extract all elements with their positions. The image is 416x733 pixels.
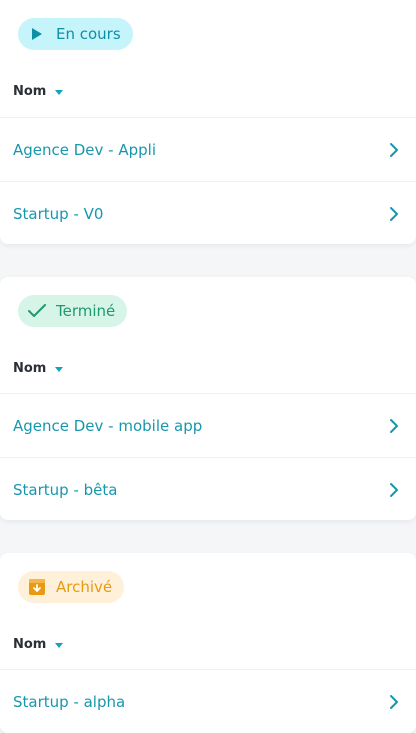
project-row[interactable]: Startup - V0 (0, 181, 416, 245)
project-row[interactable]: Startup - alpha (0, 669, 416, 733)
caret-down-icon (55, 643, 64, 648)
project-name: Agence Dev - mobile app (13, 416, 203, 435)
caret-down-icon (55, 367, 64, 372)
chevron-right-icon (386, 692, 402, 712)
play-icon (28, 25, 46, 43)
chevron-right-icon (386, 416, 402, 436)
status-label: Archivé (56, 578, 113, 596)
chevron-right-icon (386, 140, 402, 160)
sort-by-name[interactable]: Nom (13, 637, 64, 652)
sort-label: Nom (13, 361, 47, 376)
caret-down-icon (55, 90, 64, 95)
project-name: Agence Dev - Appli (13, 140, 157, 159)
project-row[interactable]: Agence Dev - Appli (0, 117, 416, 181)
status-label: En cours (56, 25, 121, 43)
project-row[interactable]: Startup - bêta (0, 457, 416, 521)
archive-icon (28, 578, 46, 596)
status-badge-in-progress: En cours (18, 18, 133, 50)
section-in-progress: En cours Nom Agence Dev - Appli Startup … (0, 0, 416, 244)
status-badge-archived: Archivé (18, 571, 125, 603)
sort-by-name[interactable]: Nom (13, 361, 64, 376)
project-name: Startup - bêta (13, 480, 118, 499)
sort-label: Nom (13, 637, 47, 652)
check-icon (28, 302, 46, 320)
sort-by-name[interactable]: Nom (13, 84, 64, 99)
status-label: Terminé (56, 302, 116, 320)
chevron-right-icon (386, 480, 402, 500)
section-done: Terminé Nom Agence Dev - mobile app Star… (0, 277, 416, 520)
chevron-right-icon (386, 204, 402, 224)
project-name: Startup - alpha (13, 692, 126, 711)
status-badge-done: Terminé (18, 295, 128, 327)
project-name: Startup - V0 (13, 204, 104, 223)
sort-label: Nom (13, 84, 47, 99)
project-row[interactable]: Agence Dev - mobile app (0, 393, 416, 457)
section-archived: Archivé Nom Startup - alpha (0, 553, 416, 733)
